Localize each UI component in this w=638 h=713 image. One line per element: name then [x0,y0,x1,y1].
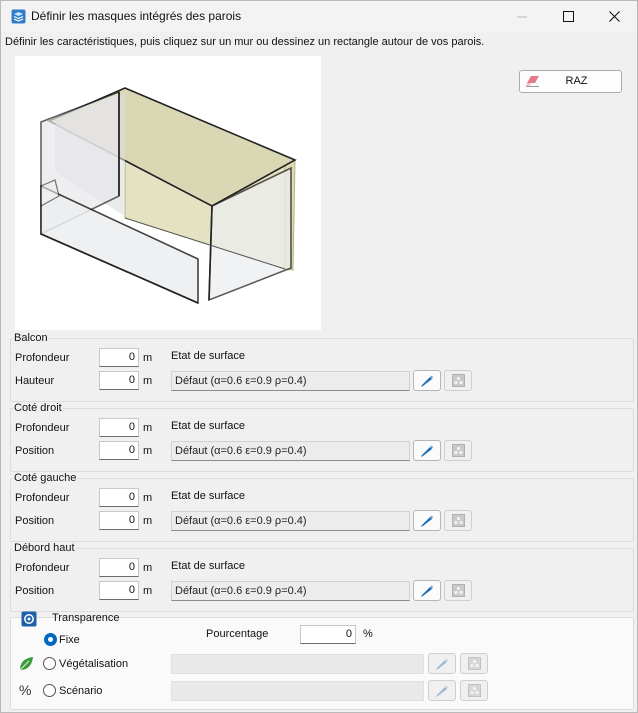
edit-surface-button[interactable] [413,370,441,391]
edit-surface-button[interactable] [413,510,441,531]
library-icon [451,444,465,457]
maximize-button[interactable] [545,1,591,32]
radio-scenario-label: Scénario [59,685,103,697]
position-label: Position [15,445,55,457]
edit-surface-button[interactable] [413,580,441,601]
pencil-icon [421,375,433,387]
unit-label: m [143,422,153,434]
close-icon [608,11,620,22]
library-icon [451,514,465,527]
radio-vegetalisation[interactable] [43,657,56,670]
percentage-label: Pourcentage [206,628,269,640]
unit-label: m [143,492,153,504]
pencil-icon [436,658,448,670]
library-icon [451,374,465,387]
pencil-icon [421,445,433,457]
raz-label: RAZ [565,75,588,87]
radio-fixe[interactable] [44,633,57,646]
percentage-input[interactable]: 0 [300,625,356,644]
percent-icon: % [19,682,32,698]
unit-label: m [143,352,153,364]
transparency-title: Transparence [52,612,120,624]
position-label: Position [15,585,55,597]
surface-state-select[interactable]: Défaut (α=0.6 ε=0.9 ρ=0.4) [171,581,410,601]
height-label: Hauteur [15,375,55,387]
unit-label: m [143,375,153,387]
depth-label: Profondeur [15,422,70,434]
close-button[interactable] [591,1,637,32]
app-icon [11,9,26,24]
pencil-icon [436,685,448,697]
library-button[interactable] [460,680,488,701]
dialog-window: Définir les masques intégrés des parois … [0,0,638,713]
wall-masks-preview [15,56,321,330]
unit-label: m [143,445,153,457]
raz-button[interactable]: RAZ [519,70,622,93]
droit-position-input[interactable]: 0 [99,441,139,460]
vegetalisation-select[interactable] [171,654,424,674]
library-button[interactable] [444,370,472,391]
unit-label: m [143,562,153,574]
balcon-depth-input[interactable]: 0 [99,348,139,367]
maximize-icon [562,11,574,22]
scenario-select[interactable] [171,681,424,701]
minimize-button[interactable] [499,1,545,32]
instruction-text: Définir les caractéristiques, puis cliqu… [5,36,485,48]
edit-scenario-button[interactable] [428,680,456,701]
library-icon [467,657,481,670]
surface-state-select[interactable]: Défaut (α=0.6 ε=0.9 ρ=0.4) [171,371,410,391]
edit-surface-button[interactable] [413,440,441,461]
radio-scenario[interactable] [43,684,56,697]
library-icon [467,684,481,697]
gauche-position-input[interactable]: 0 [99,511,139,530]
group-title-balcon: Balcon [13,332,49,344]
minimize-icon [517,16,527,17]
gauche-depth-input[interactable]: 0 [99,488,139,507]
surface-state-label: Etat de surface [171,560,245,572]
radio-fixe-label: Fixe [59,634,80,646]
debord-position-input[interactable]: 0 [99,581,139,600]
group-title-debord-haut: Débord haut [13,542,76,554]
depth-label: Profondeur [15,562,70,574]
balcon-height-input[interactable]: 0 [99,371,139,390]
pencil-icon [421,515,433,527]
depth-label: Profondeur [15,352,70,364]
surface-state-label: Etat de surface [171,350,245,362]
group-title-cote-droit: Coté droit [13,402,63,414]
leaf-icon [19,657,33,671]
surface-state-label: Etat de surface [171,420,245,432]
depth-label: Profondeur [15,492,70,504]
title-bar: Définir les masques intégrés des parois [1,1,637,32]
transparency-icon [21,611,37,627]
edit-vegetalisation-button[interactable] [428,653,456,674]
unit-label: m [143,515,153,527]
library-button[interactable] [444,510,472,531]
window-title: Définir les masques intégrés des parois [31,9,242,23]
library-icon [451,584,465,597]
surface-state-label: Etat de surface [171,490,245,502]
droit-depth-input[interactable]: 0 [99,418,139,437]
group-title-cote-gauche: Coté gauche [13,472,78,484]
debord-depth-input[interactable]: 0 [99,558,139,577]
surface-state-select[interactable]: Défaut (α=0.6 ε=0.9 ρ=0.4) [171,511,410,531]
unit-label: m [143,585,153,597]
pencil-icon [421,585,433,597]
percent-unit: % [363,628,373,640]
surface-state-select[interactable]: Défaut (α=0.6 ε=0.9 ρ=0.4) [171,441,410,461]
radio-vegetalisation-label: Végétalisation [59,658,129,670]
library-button[interactable] [444,440,472,461]
library-button[interactable] [444,580,472,601]
library-button[interactable] [460,653,488,674]
position-label: Position [15,515,55,527]
